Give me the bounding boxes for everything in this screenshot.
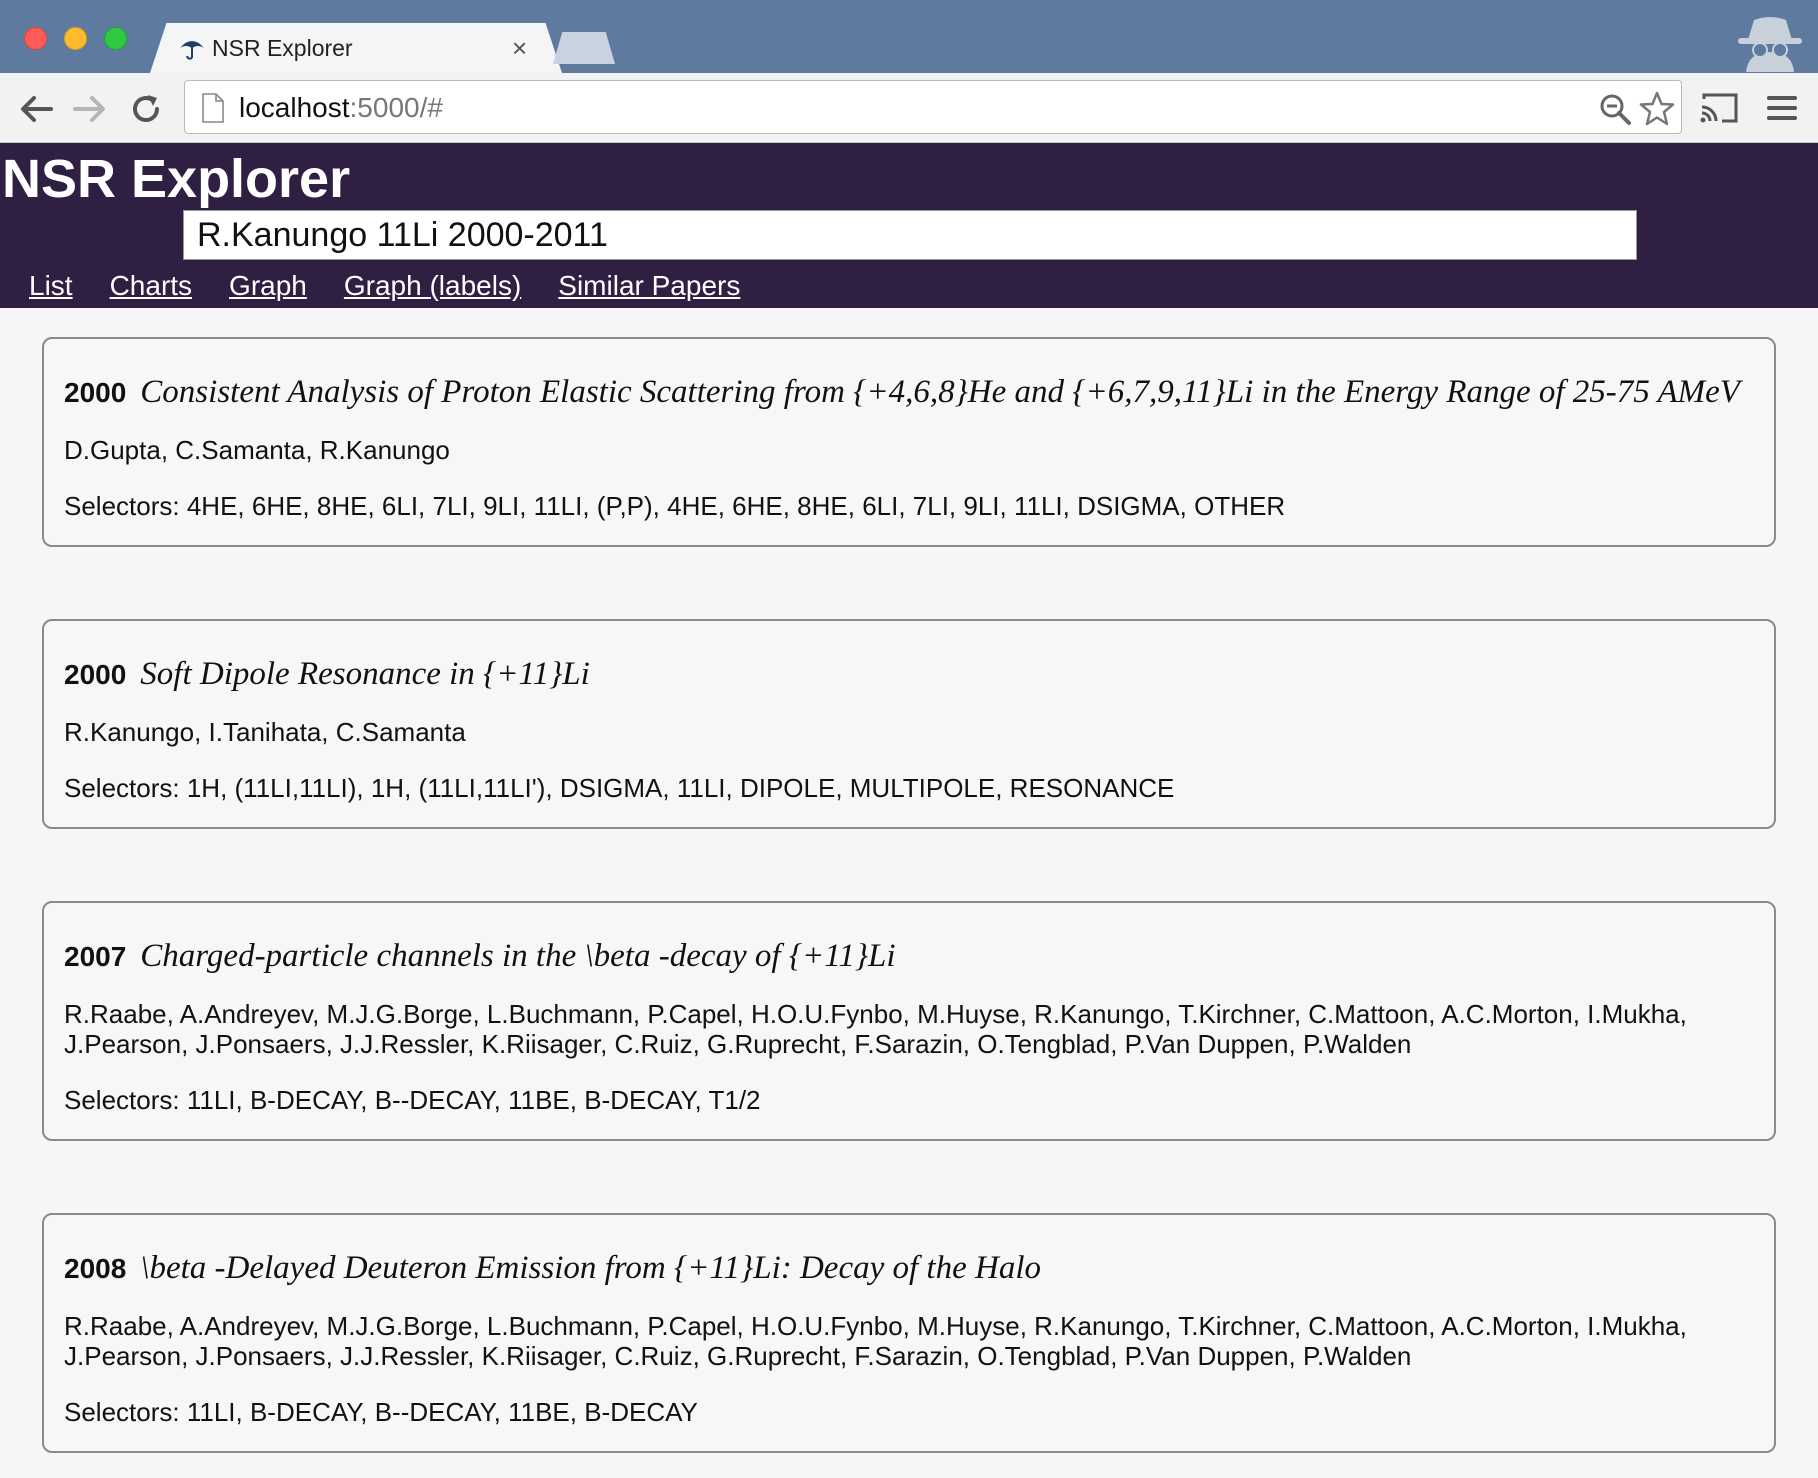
menu-icon[interactable] <box>1766 93 1798 123</box>
url-path: :5000/# <box>349 92 443 123</box>
reload-icon <box>133 95 159 122</box>
paper-card: 2007 Charged-particle channels in the \be… <box>42 901 1776 1141</box>
paper-year: 2007 <box>64 941 127 972</box>
browser-toolbar: localhost:5000/# <box>0 73 1818 143</box>
search-input[interactable] <box>183 210 1637 260</box>
paper-year: 2008 <box>64 1253 127 1284</box>
page-icon <box>202 93 224 123</box>
url-host: localhost <box>239 92 350 123</box>
paper-title: Charged-particle channels in the \beta -… <box>140 938 896 974</box>
cast-icon[interactable] <box>1698 91 1740 125</box>
incognito-icon <box>1738 17 1802 72</box>
paper-card: 2008 \beta -Delayed Deuteron Emission fro… <box>42 1213 1776 1453</box>
paper-heading: 2000 Soft Dipole Resonance in {+11}Li <box>64 653 1754 695</box>
forward-arrow-icon <box>73 96 105 122</box>
address-bar[interactable]: localhost:5000/# <box>184 80 1682 134</box>
results-list: 2000 Consistent Analysis of Proton Elasti… <box>42 337 1776 1478</box>
paper-selectors: Selectors: 1H, (11LI,11LI), 1H, (11LI,11… <box>64 773 1175 803</box>
paper-title: Consistent Analysis of Proton Elastic Sc… <box>140 374 1740 410</box>
tab-title: NSR Explorer <box>212 34 353 61</box>
zoom-icon[interactable] <box>1597 91 1633 127</box>
paper-year: 2000 <box>64 377 127 408</box>
close-window-button[interactable] <box>24 27 47 50</box>
new-tab-button[interactable] <box>553 32 615 64</box>
nav-link-similar-papers[interactable]: Similar Papers <box>558 265 740 307</box>
paper-heading: 2007 Charged-particle channels in the \be… <box>64 935 1754 977</box>
paper-selectors: Selectors: 11LI, B-DECAY, B--DECAY, 11BE… <box>64 1397 698 1427</box>
tab-close-icon[interactable]: × <box>512 33 527 63</box>
nav-link-graph[interactable]: Graph <box>229 265 307 307</box>
paper-title: Soft Dipole Resonance in {+11}Li <box>140 656 590 692</box>
nav-link-list[interactable]: List <box>29 265 73 307</box>
paper-authors: R.Raabe, A.Andreyev, M.J.G.Borge, L.Buch… <box>64 1311 1687 1371</box>
app-title: NSR Explorer <box>2 149 351 209</box>
nav-link-graph-labels[interactable]: Graph (labels) <box>344 265 521 307</box>
star-icon[interactable] <box>1639 91 1675 127</box>
paper-year: 2000 <box>64 659 127 690</box>
paper-selectors: Selectors: 4HE, 6HE, 8HE, 6LI, 7LI, 9LI,… <box>64 491 1286 521</box>
paper-selectors: Selectors: 11LI, B-DECAY, B--DECAY, 11BE… <box>64 1085 761 1115</box>
paper-heading: 2000 Consistent Analysis of Proton Elasti… <box>64 371 1754 413</box>
paper-authors: D.Gupta, C.Samanta, R.Kanungo <box>64 435 450 465</box>
browser-tab-bar: NSR Explorer × <box>0 0 1818 73</box>
paper-card: 2000 Soft Dipole Resonance in {+11}Li R.K… <box>42 619 1776 829</box>
app-header: NSR Explorer List Charts Graph Graph (la… <box>0 143 1818 308</box>
back-arrow-icon <box>21 96 53 122</box>
reload-button[interactable] <box>124 87 168 131</box>
back-button[interactable] <box>14 87 58 131</box>
maximize-window-button[interactable] <box>104 27 127 50</box>
app-nav: List Charts Graph Graph (labels) Similar… <box>29 265 777 307</box>
url-text[interactable]: localhost:5000/# <box>239 91 443 125</box>
forward-button[interactable] <box>68 87 112 131</box>
minimize-window-button[interactable] <box>64 27 87 50</box>
paper-title: \beta -Delayed Deuteron Emission from {+… <box>140 1250 1041 1286</box>
paper-heading: 2008 \beta -Delayed Deuteron Emission fro… <box>64 1247 1754 1289</box>
tab-favicon-icon <box>180 41 204 60</box>
paper-card: 2000 Consistent Analysis of Proton Elasti… <box>42 337 1776 547</box>
nav-link-charts[interactable]: Charts <box>110 265 192 307</box>
paper-authors: R.Raabe, A.Andreyev, M.J.G.Borge, L.Buch… <box>64 999 1687 1059</box>
paper-authors: R.Kanungo, I.Tanihata, C.Samanta <box>64 717 466 747</box>
browser-tab-content: NSR Explorer × <box>150 23 562 73</box>
